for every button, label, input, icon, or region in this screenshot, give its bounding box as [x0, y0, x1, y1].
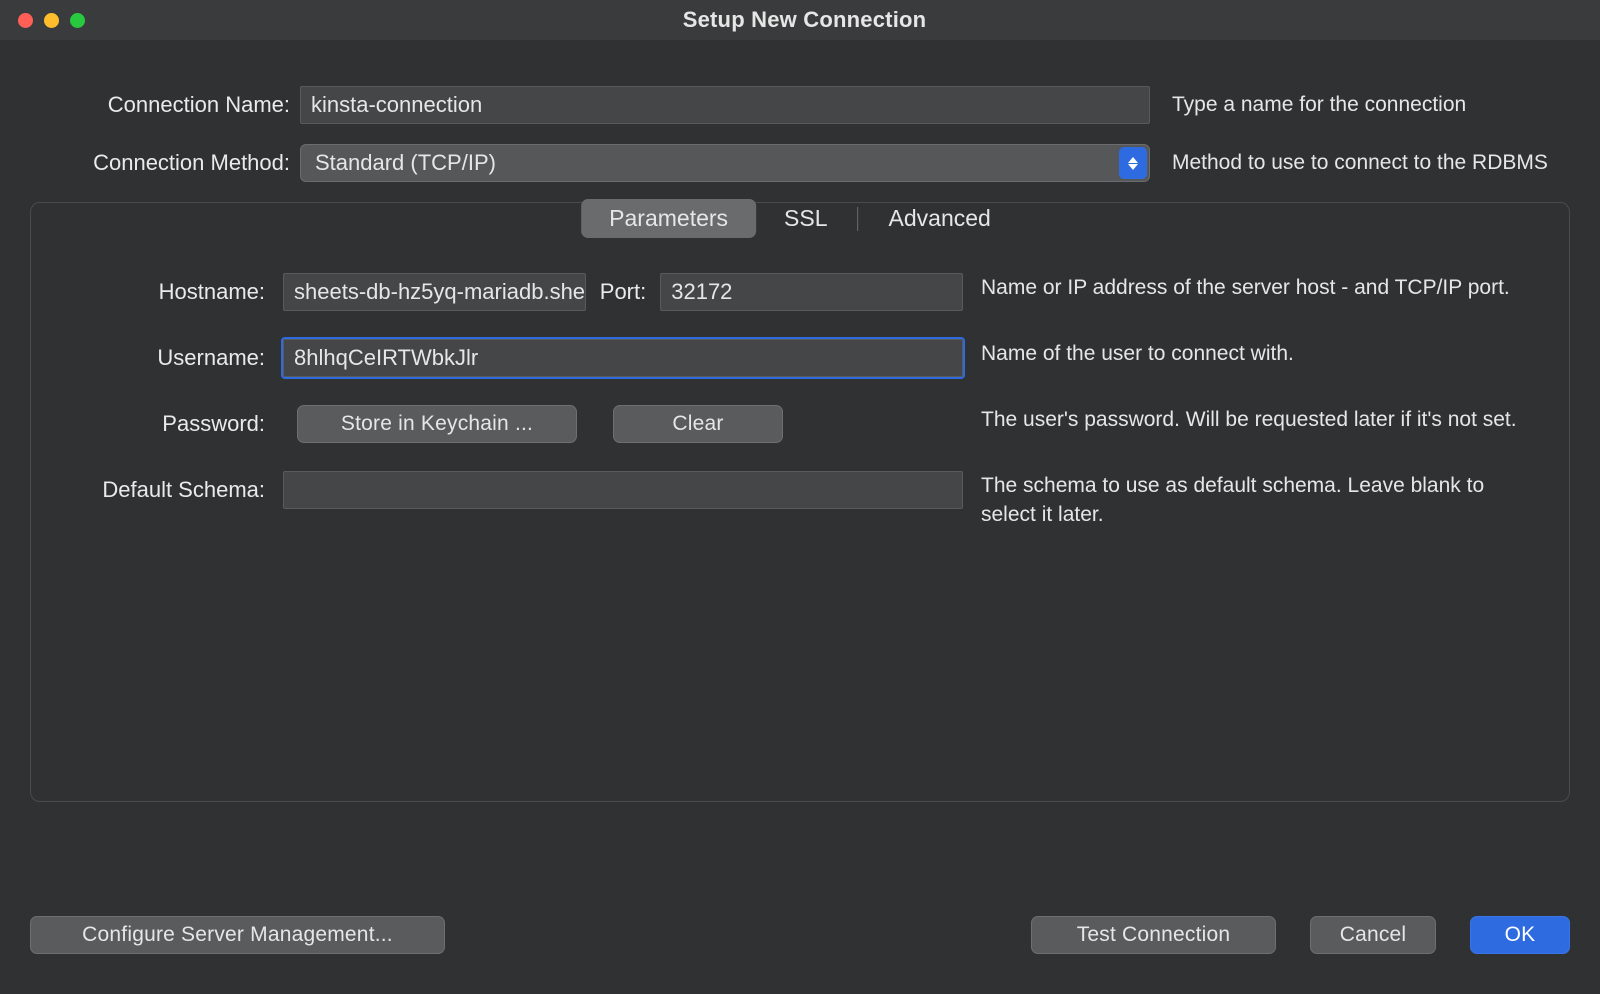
row-hostname: Hostname: Port: Name or IP address of th… — [63, 273, 1537, 311]
hostname-hint: Name or IP address of the server host - … — [963, 273, 1537, 302]
parameters-group: Parameters SSL Advanced Hostname: Port: … — [30, 202, 1570, 802]
port-input[interactable] — [660, 273, 963, 311]
hostname-label: Hostname: — [63, 273, 283, 305]
window-title: Setup New Connection — [85, 7, 1524, 33]
connection-name-input[interactable] — [300, 86, 1150, 124]
close-window-icon[interactable] — [18, 13, 33, 28]
titlebar: Setup New Connection — [0, 0, 1600, 40]
port-label: Port: — [600, 279, 646, 305]
row-connection-name: Connection Name: Type a name for the con… — [30, 86, 1570, 124]
tabbar: Parameters SSL Advanced — [581, 199, 1019, 238]
password-hint: The user's password. Will be requested l… — [963, 405, 1537, 434]
dialog-body: Connection Name: Type a name for the con… — [0, 40, 1600, 994]
username-label: Username: — [63, 339, 283, 371]
row-connection-method: Connection Method: Standard (TCP/IP) Met… — [30, 144, 1570, 182]
password-label: Password: — [63, 405, 283, 437]
connection-name-label: Connection Name: — [30, 92, 300, 118]
tab-advanced[interactable]: Advanced — [861, 199, 1019, 238]
configure-server-management-button[interactable]: Configure Server Management... — [30, 916, 445, 954]
bottom-action-bar: Configure Server Management... Test Conn… — [30, 916, 1570, 954]
cancel-button[interactable]: Cancel — [1310, 916, 1436, 954]
clear-password-button[interactable]: Clear — [613, 405, 783, 443]
test-connection-button[interactable]: Test Connection — [1031, 916, 1276, 954]
select-chevrons-icon — [1119, 147, 1147, 179]
default-schema-label: Default Schema: — [63, 471, 283, 503]
hostname-input[interactable] — [283, 273, 586, 311]
window-controls — [18, 13, 85, 28]
default-schema-input[interactable] — [283, 471, 963, 509]
tab-parameters[interactable]: Parameters — [581, 199, 756, 238]
default-schema-hint: The schema to use as default schema. Lea… — [963, 471, 1537, 530]
store-keychain-button[interactable]: Store in Keychain ... — [297, 405, 577, 443]
minimize-window-icon[interactable] — [44, 13, 59, 28]
zoom-window-icon[interactable] — [70, 13, 85, 28]
row-default-schema: Default Schema: The schema to use as def… — [63, 471, 1537, 530]
username-hint: Name of the user to connect with. — [963, 339, 1537, 368]
connection-method-hint: Method to use to connect to the RDBMS — [1150, 151, 1570, 175]
connection-method-label: Connection Method: — [30, 150, 300, 176]
connection-method-select[interactable]: Standard (TCP/IP) — [300, 144, 1150, 182]
row-password: Password: Store in Keychain ... Clear Th… — [63, 405, 1537, 443]
connection-name-hint: Type a name for the connection — [1150, 93, 1570, 117]
ok-button[interactable]: OK — [1470, 916, 1570, 954]
connection-method-value: Standard (TCP/IP) — [315, 150, 496, 176]
tab-separator — [858, 207, 859, 231]
row-username: Username: Name of the user to connect wi… — [63, 339, 1537, 377]
username-input[interactable] — [283, 339, 963, 377]
tab-ssl[interactable]: SSL — [756, 199, 855, 238]
